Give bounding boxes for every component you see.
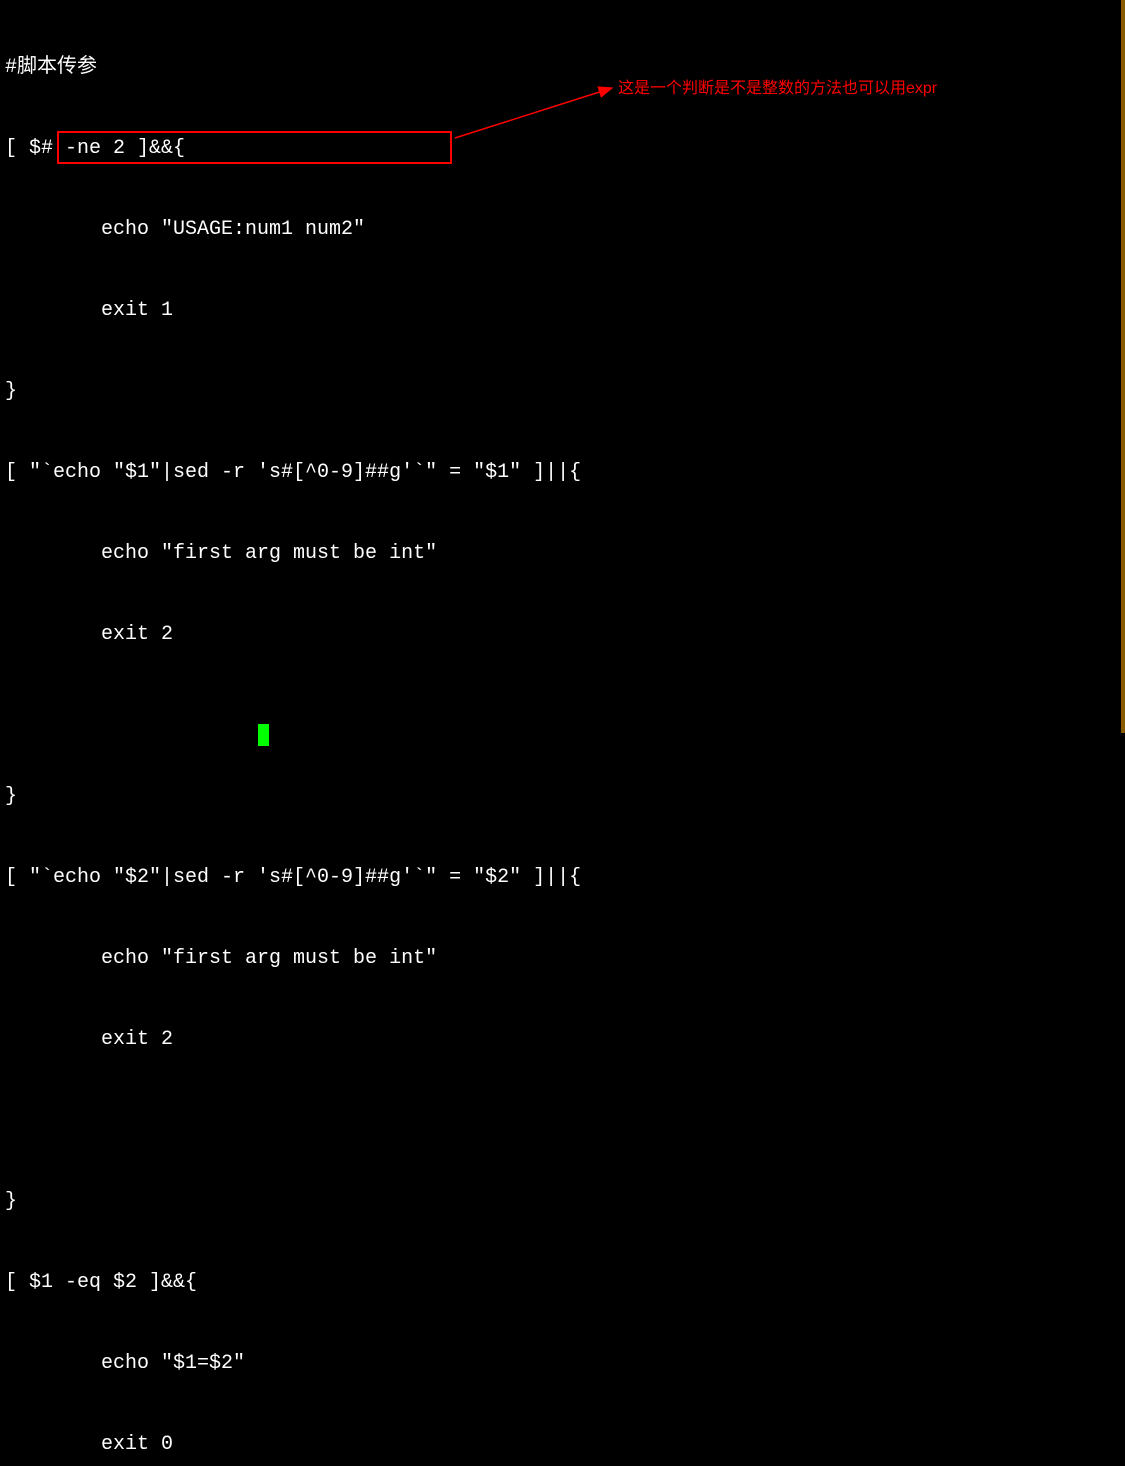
code-line: [ $# -ne 2 ]&&{ (5, 135, 1120, 162)
annotation-text: 这是一个判断是不是整数的方法也可以用expr (618, 75, 937, 102)
terminal-cursor (258, 724, 269, 746)
code-line: exit 1 (5, 297, 1120, 324)
code-line (5, 702, 1120, 729)
code-line: echo "$1=$2" (5, 1350, 1120, 1377)
code-line: } (5, 783, 1120, 810)
code-line: echo "USAGE:num1 num2" (5, 216, 1120, 243)
code-line: [ "`echo "$1"|sed -r 's#[^0-9]##g'`" = "… (5, 459, 1120, 486)
code-line: exit 2 (5, 1026, 1120, 1053)
code-line: exit 0 (5, 1431, 1120, 1458)
window-border-right (1121, 0, 1125, 733)
code-line: echo "first arg must be int" (5, 945, 1120, 972)
code-line: [ "`echo "$2"|sed -r 's#[^0-9]##g'`" = "… (5, 864, 1120, 891)
code-line: #脚本传参 (5, 54, 1120, 81)
code-line: [ $1 -eq $2 ]&&{ (5, 1269, 1120, 1296)
code-line: echo "first arg must be int" (5, 540, 1120, 567)
code-line (5, 1107, 1120, 1134)
code-line: exit 2 (5, 621, 1120, 648)
terminal-output: #脚本传参 [ $# -ne 2 ]&&{ echo "USAGE:num1 n… (0, 0, 1125, 1466)
code-line: } (5, 1188, 1120, 1215)
code-line: } (5, 378, 1120, 405)
